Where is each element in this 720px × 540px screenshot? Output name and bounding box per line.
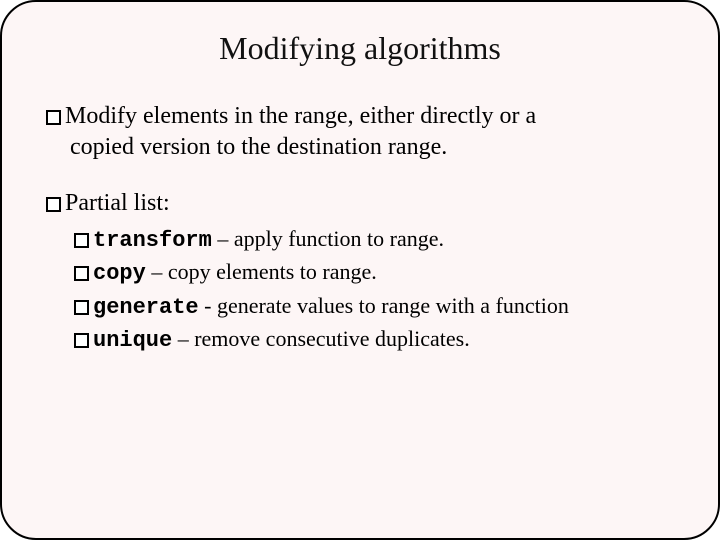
- slide-title: Modifying algorithms: [46, 30, 674, 67]
- square-bullet-icon: [46, 197, 61, 212]
- square-bullet-icon: [74, 266, 89, 281]
- desc: apply function to range.: [234, 226, 444, 251]
- bullet-modify-description: Modify elements in the range, either dir…: [46, 101, 674, 162]
- sep: -: [199, 293, 217, 318]
- bullet-partial-list: Partial list:: [46, 188, 674, 219]
- list-item: generate - generate values to range with…: [74, 290, 674, 323]
- list-item: unique – remove consecutive duplicates.: [74, 323, 674, 356]
- sep: –: [172, 326, 194, 351]
- sub-list: transform – apply function to range. cop…: [74, 223, 674, 356]
- square-bullet-icon: [74, 333, 89, 348]
- desc: copy elements to range.: [168, 259, 377, 284]
- desc: generate values to range with a function: [217, 293, 569, 318]
- square-bullet-icon: [74, 233, 89, 248]
- code-name: generate: [93, 295, 199, 320]
- code-name: copy: [93, 261, 146, 286]
- sep: –: [212, 226, 234, 251]
- code-name: unique: [93, 328, 172, 353]
- text-line-1: Modify elements in the range, either dir…: [65, 103, 536, 129]
- sep: –: [146, 259, 168, 284]
- list-item: copy – copy elements to range.: [74, 256, 674, 289]
- square-bullet-icon: [46, 110, 61, 125]
- square-bullet-icon: [74, 300, 89, 315]
- list-item: transform – apply function to range.: [74, 223, 674, 256]
- text-line-2: copied version to the destination range.: [70, 132, 674, 163]
- slide-frame: Modifying algorithms Modify elements in …: [0, 0, 720, 540]
- text-partial-list: Partial list:: [65, 190, 170, 216]
- code-name: transform: [93, 228, 212, 253]
- desc: remove consecutive duplicates.: [194, 326, 470, 351]
